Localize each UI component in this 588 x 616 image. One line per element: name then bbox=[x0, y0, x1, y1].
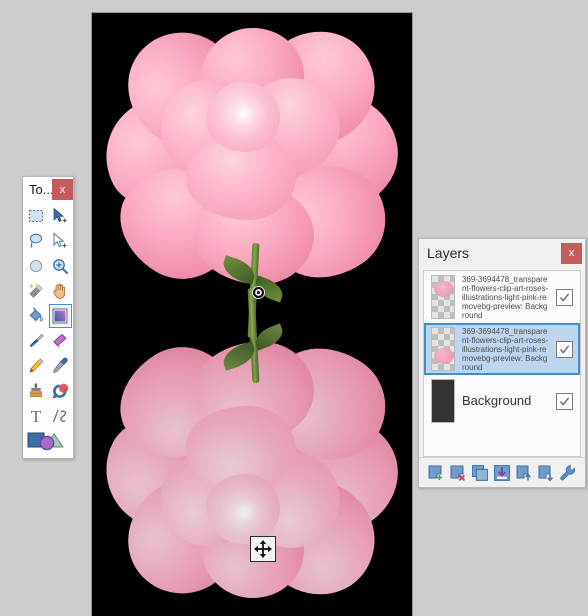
text-icon: T bbox=[31, 407, 42, 425]
lasso-select-icon bbox=[29, 233, 42, 248]
layer-row[interactable]: 369-3694478_transparent-flowers-clip-art… bbox=[424, 271, 580, 323]
layers-panel-titlebar[interactable]: Layers x bbox=[419, 239, 585, 267]
layers-panel-title: Layers bbox=[427, 245, 470, 261]
rose-image-reflection bbox=[92, 287, 412, 616]
tool-pencil[interactable] bbox=[24, 354, 48, 378]
magic-wand-icon bbox=[28, 283, 43, 298]
wrench-icon bbox=[560, 464, 576, 480]
merge-down-icon bbox=[494, 464, 510, 481]
tool-line-curve[interactable] bbox=[49, 404, 73, 428]
layer-name: 369-3694478_transparent-flowers-clip-art… bbox=[462, 274, 549, 320]
layer-visibility-checkbox[interactable] bbox=[556, 340, 573, 358]
gradient-icon bbox=[52, 308, 68, 324]
svg-text:T: T bbox=[31, 407, 42, 425]
move-layer-up-button[interactable] bbox=[515, 463, 534, 482]
layer-properties-button[interactable] bbox=[559, 463, 578, 482]
pencil-icon bbox=[29, 358, 44, 373]
tool-text[interactable]: T bbox=[24, 404, 48, 428]
line-curve-icon bbox=[53, 409, 67, 423]
tool-color-picker[interactable] bbox=[49, 354, 73, 378]
merge-layer-down-button[interactable] bbox=[492, 463, 511, 482]
tool-pan[interactable] bbox=[49, 279, 73, 303]
layer-name: Background bbox=[462, 393, 532, 408]
layer-row[interactable]: 369-3694478_transparent-flowers-clip-art… bbox=[424, 323, 580, 375]
tool-ellipse-select[interactable] bbox=[24, 254, 48, 278]
tools-palette: To... x T bbox=[22, 176, 74, 459]
move-layer-up-icon bbox=[516, 465, 532, 480]
tool-gradient[interactable] bbox=[48, 304, 72, 328]
add-layer-icon bbox=[428, 465, 442, 480]
tools-palette-close-button[interactable]: x bbox=[52, 179, 73, 200]
duplicate-layer-icon bbox=[471, 464, 488, 481]
ellipse-select-icon bbox=[29, 259, 42, 273]
checkmark-icon bbox=[559, 344, 570, 354]
tool-grid: T bbox=[23, 202, 73, 455]
add-layer-button[interactable] bbox=[426, 463, 445, 482]
move-arrows-icon bbox=[254, 540, 272, 558]
layers-list: 369-3694478_transparent-flowers-clip-art… bbox=[423, 270, 581, 457]
tool-move-selected[interactable] bbox=[49, 204, 73, 228]
layers-toolbar bbox=[419, 457, 585, 487]
tools-palette-title: To... bbox=[29, 182, 52, 197]
tool-rectangle-select[interactable] bbox=[24, 204, 48, 228]
move-tool-cursor bbox=[250, 536, 276, 562]
rectangle-select-icon bbox=[28, 210, 43, 222]
tool-recolor[interactable] bbox=[49, 379, 73, 403]
recolor-icon bbox=[52, 383, 69, 399]
checkmark-icon bbox=[559, 396, 570, 406]
tool-zoom[interactable] bbox=[49, 254, 73, 278]
tool-magic-wand[interactable] bbox=[24, 279, 48, 303]
layer-thumbnail bbox=[431, 327, 455, 371]
layer-visibility-checkbox[interactable] bbox=[556, 392, 573, 410]
layers-panel-close-button[interactable]: x bbox=[561, 242, 582, 264]
tool-move-selection[interactable] bbox=[49, 229, 73, 253]
layer-name: 369-3694478_transparent-flowers-clip-art… bbox=[462, 326, 549, 372]
tool-clone-stamp[interactable] bbox=[24, 379, 48, 403]
tool-paintbrush[interactable] bbox=[24, 329, 48, 353]
paintbrush-icon bbox=[29, 333, 44, 348]
move-layer-down-icon bbox=[538, 465, 554, 481]
magnifier-icon bbox=[53, 259, 69, 274]
checkmark-icon bbox=[559, 292, 570, 302]
layer-thumbnail bbox=[431, 275, 455, 319]
clone-stamp-icon bbox=[29, 383, 42, 398]
delete-layer-button[interactable] bbox=[448, 463, 467, 482]
tool-shapes[interactable] bbox=[24, 429, 72, 453]
layer-row[interactable]: Background bbox=[424, 375, 580, 427]
paint-bucket-icon bbox=[29, 307, 43, 322]
transform-origin-marker[interactable] bbox=[253, 287, 264, 298]
tool-lasso-select[interactable] bbox=[24, 229, 48, 253]
duplicate-layer-button[interactable] bbox=[470, 463, 489, 482]
tools-palette-titlebar[interactable]: To... x bbox=[23, 177, 73, 202]
move-selected-icon bbox=[53, 207, 67, 223]
layer-thumbnail bbox=[431, 379, 455, 423]
tool-eraser[interactable] bbox=[49, 329, 73, 353]
eyedropper-icon bbox=[53, 357, 68, 374]
move-selection-icon bbox=[53, 232, 67, 248]
layers-panel: Layers x 369-3694478_transparent-flowers… bbox=[418, 238, 586, 488]
image-editor-window: To... x T Layers x 369-3694478_transpare… bbox=[0, 0, 588, 616]
move-layer-down-button[interactable] bbox=[537, 463, 556, 482]
shapes-icon bbox=[27, 432, 64, 451]
hand-icon bbox=[53, 283, 66, 299]
layer-visibility-checkbox[interactable] bbox=[556, 288, 573, 306]
eraser-icon bbox=[53, 333, 67, 348]
tool-paint-bucket[interactable] bbox=[24, 304, 48, 328]
delete-layer-icon bbox=[450, 465, 465, 481]
rose-image-top bbox=[92, 13, 412, 339]
image-canvas[interactable] bbox=[92, 13, 412, 616]
